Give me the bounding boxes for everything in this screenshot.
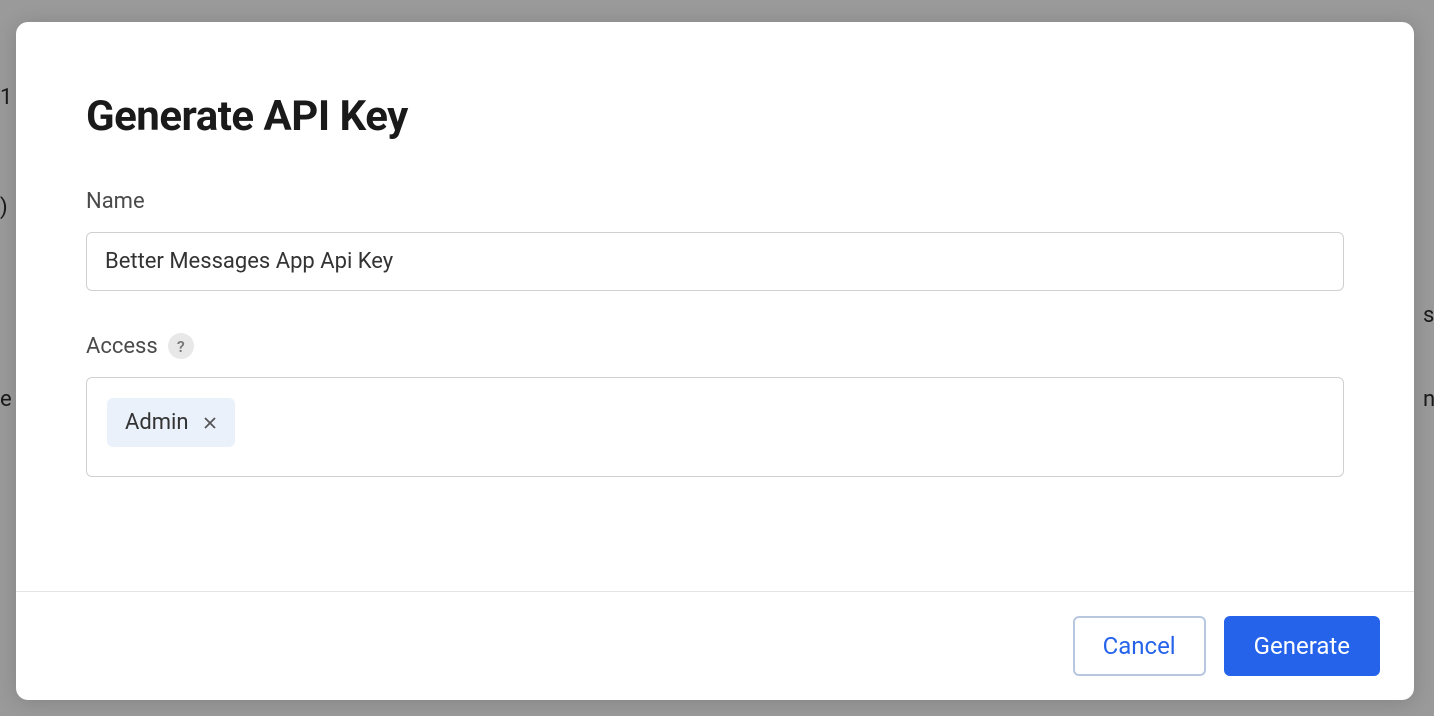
help-icon[interactable]: ? <box>168 333 194 359</box>
backdrop-fragment: n <box>1423 387 1434 412</box>
generate-api-key-modal: Generate API Key Name Access ? Admin <box>16 22 1414 700</box>
close-icon[interactable] <box>203 416 217 430</box>
access-label: Access <box>86 334 158 359</box>
tag-label: Admin <box>125 410 189 435</box>
modal-body: Generate API Key Name Access ? Admin <box>16 22 1414 591</box>
modal-footer: Cancel Generate <box>16 591 1414 700</box>
access-field-group: Access ? Admin <box>86 333 1344 477</box>
modal-title: Generate API Key <box>86 92 1344 141</box>
backdrop-fragment: ) <box>0 195 8 220</box>
name-field-group: Name <box>86 189 1344 291</box>
access-label-row: Access ? <box>86 333 1344 359</box>
generate-button[interactable]: Generate <box>1224 616 1380 676</box>
access-tag-admin: Admin <box>107 398 235 447</box>
cancel-button[interactable]: Cancel <box>1073 616 1206 676</box>
name-input[interactable] <box>86 232 1344 291</box>
backdrop-fragment: 1 <box>0 85 12 110</box>
backdrop-fragment: e <box>0 387 12 412</box>
name-label: Name <box>86 189 145 214</box>
backdrop-fragment: s <box>1423 303 1434 328</box>
access-tag-input[interactable]: Admin <box>86 377 1344 477</box>
name-label-row: Name <box>86 189 1344 214</box>
